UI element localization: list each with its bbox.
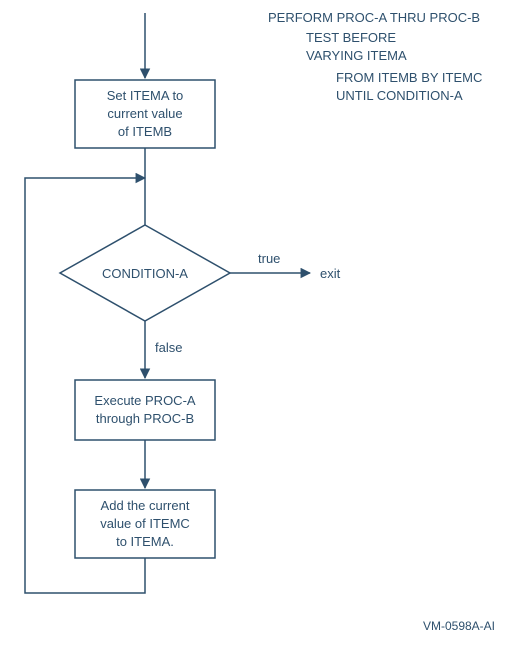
set-itema-l1: Set ITEMA to [107,88,184,103]
add-l3: to ITEMA. [116,534,174,549]
exec-l1: Execute PROC-A [94,393,195,408]
process-add-itemc-text: Add the current value of ITEMC to ITEMA. [100,498,190,549]
flowchart-diagram: PERFORM PROC-A THRU PROC-B TEST BEFORE V… [0,0,510,645]
process-execute-text: Execute PROC-A through PROC-B [94,393,195,426]
code-line-2: TEST BEFORE [306,30,396,45]
set-itema-l3: of ITEMB [118,124,172,139]
code-line-4: FROM ITEMB BY ITEMC [336,70,482,85]
exec-l2: through PROC-B [96,411,194,426]
set-itema-l2: current value [107,106,182,121]
exit-label: exit [320,266,341,281]
add-l2: value of ITEMC [100,516,190,531]
code-line-1: PERFORM PROC-A THRU PROC-B [268,10,480,25]
figure-id: VM-0598A-AI [423,619,495,633]
code-block: PERFORM PROC-A THRU PROC-B TEST BEFORE V… [268,10,482,103]
process-set-itema-text: Set ITEMA to current value of ITEMB [107,88,184,139]
code-line-3: VARYING ITEMA [306,48,407,63]
code-line-5: UNTIL CONDITION-A [336,88,463,103]
add-l1: Add the current [101,498,190,513]
process-execute [75,380,215,440]
false-branch-label: false [155,340,182,355]
decision-label: CONDITION-A [102,266,188,281]
true-branch-label: true [258,251,280,266]
